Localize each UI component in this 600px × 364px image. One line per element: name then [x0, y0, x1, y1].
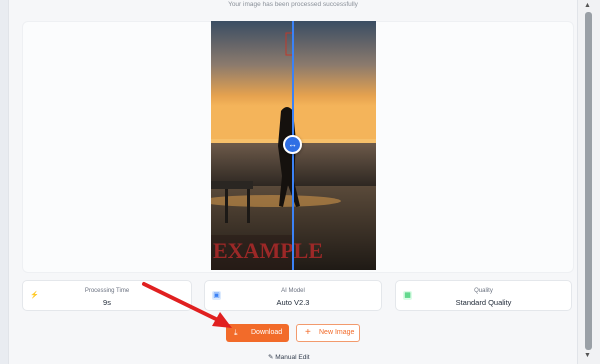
card-label: Quality — [474, 288, 493, 294]
quality-card: ▦ Quality Standard Quality — [395, 280, 572, 311]
arrows-horizontal-icon[interactable]: ↔ — [283, 135, 302, 154]
scroll-down-icon[interactable]: ▼ — [584, 352, 591, 359]
edit-icon: ✎ — [268, 354, 274, 361]
vertical-scrollbar[interactable]: ▲ ▼ — [578, 0, 600, 364]
scroll-up-icon[interactable]: ▲ — [584, 2, 591, 9]
card-value: Standard Quality — [455, 298, 512, 307]
scroll-thumb[interactable] — [585, 12, 592, 350]
manual-edit-label: Manual Edit — [275, 354, 310, 361]
manual-edit-link[interactable]: ✎ Manual Edit — [268, 353, 310, 361]
browser-frame: Your image has been processed successful… — [0, 0, 600, 364]
stats-row: ⚡ Processing Time 9s ▣ AI Model Auto V2.… — [22, 280, 572, 313]
download-label: Download — [251, 329, 283, 336]
status-message: Your image has been processed successful… — [228, 1, 358, 8]
watermark-text: EXAMPLE — [213, 238, 323, 263]
new-image-label: New Image — [319, 329, 355, 336]
annotation-arrow-icon — [142, 282, 232, 328]
new-image-button[interactable]: + New Image — [296, 324, 360, 342]
result-page: Your image has been processed successful… — [8, 0, 578, 364]
plus-icon: + — [305, 327, 311, 338]
